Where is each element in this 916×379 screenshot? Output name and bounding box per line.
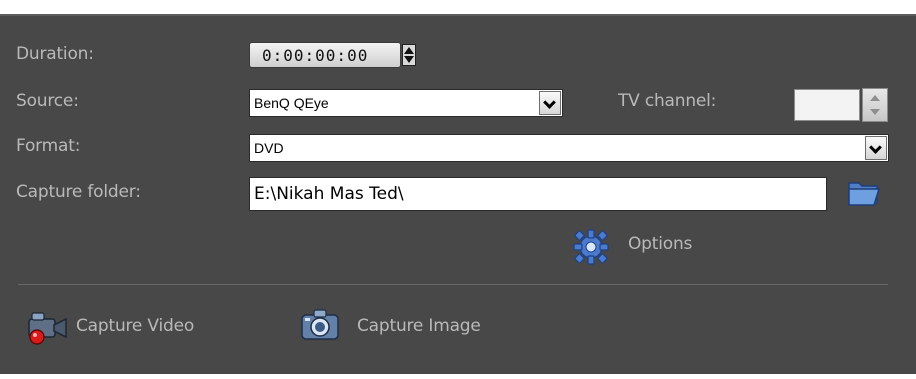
tv-up-icon[interactable] (870, 95, 880, 101)
capture-panel: Duration: 0:00:00:00 Source: BenQ QEye T… (0, 0, 916, 379)
source-dropdown-button[interactable] (539, 91, 561, 115)
camera-icon[interactable] (300, 307, 342, 341)
top-border (0, 0, 916, 14)
format-label: Format: (16, 136, 81, 156)
section-divider (18, 284, 888, 285)
source-label: Source: (16, 91, 79, 111)
tv-channel-input[interactable] (794, 89, 860, 121)
spinner-down-icon[interactable] (404, 56, 414, 63)
spinner-up-icon[interactable] (404, 47, 414, 54)
tv-down-icon[interactable] (870, 109, 880, 115)
capture-image-label[interactable]: Capture Image (357, 316, 481, 336)
gear-icon[interactable] (573, 229, 609, 265)
duration-value: 0:00:00:00 (262, 46, 369, 65)
source-select[interactable]: BenQ QEye (249, 89, 563, 117)
top-divider (0, 14, 916, 16)
source-value: BenQ QEye (254, 95, 329, 111)
bottom-border (0, 374, 916, 379)
tv-channel-label: TV channel: (618, 91, 717, 111)
duration-input[interactable]: 0:00:00:00 (249, 42, 401, 68)
format-select[interactable]: DVD (249, 134, 889, 162)
options-label[interactable]: Options (628, 234, 692, 254)
capture-folder-label: Capture folder: (16, 182, 141, 202)
video-camera-icon[interactable] (23, 307, 69, 347)
duration-spinner[interactable] (402, 44, 416, 66)
format-value: DVD (254, 140, 284, 156)
capture-folder-value: E:\Nikah Mas Ted\ (254, 184, 404, 204)
folder-icon[interactable] (846, 177, 884, 209)
format-dropdown-button[interactable] (865, 136, 887, 160)
duration-label: Duration: (16, 44, 94, 64)
tv-channel-spinner[interactable] (862, 88, 888, 122)
capture-folder-input[interactable]: E:\Nikah Mas Ted\ (249, 177, 827, 211)
capture-video-label[interactable]: Capture Video (76, 316, 194, 336)
